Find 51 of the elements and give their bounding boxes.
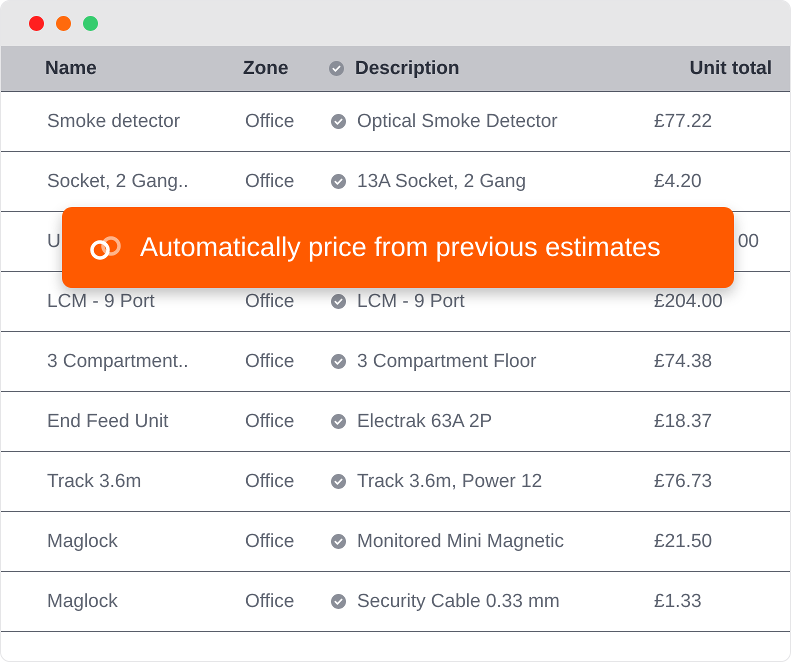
check-circle-icon [329, 61, 344, 76]
table-cell: U [47, 230, 61, 252]
column-header[interactable]: Description [355, 58, 460, 80]
table-cell: Optical Smoke Detector [357, 110, 558, 132]
table-cell-text: Office [245, 590, 296, 612]
table-cell-text: Office [245, 410, 296, 432]
check-circle-icon [331, 414, 346, 429]
table-cell: 3 Compartment Floor [357, 350, 537, 372]
toast-message: Automatically price from previous estimates [140, 232, 661, 263]
window-control[interactable] [56, 16, 71, 31]
table-cell: LCM - 9 Port [357, 290, 465, 312]
table-cell-text: Smoke detector [46, 110, 182, 132]
column-header[interactable]: Zone [243, 58, 329, 80]
check-circle-icon [331, 474, 346, 489]
check-circle-icon [331, 354, 346, 369]
table-cell-text: End Feed Unit [46, 410, 170, 432]
check-circle-icon [331, 534, 346, 549]
check-circle-icon [331, 294, 346, 309]
check-circle-icon [331, 174, 346, 189]
table-cell: 13A Socket, 2 Gang [357, 170, 526, 192]
table-cell: £77.22 [654, 110, 712, 132]
table-cell-text: Maglock [46, 530, 119, 552]
table-cell: £18.37 [654, 410, 712, 432]
table-cell: £74.38 [654, 350, 712, 372]
window-control[interactable] [83, 16, 98, 31]
column-header[interactable]: Name [1, 58, 243, 80]
table-cell: £204.00 [654, 290, 723, 312]
table-cell: £1.33 [654, 590, 702, 612]
table-cell-text: 3 Compartment.. [46, 350, 190, 372]
table-cell: £21.50 [654, 530, 712, 552]
table-cell-text: LCM - 9 Port [46, 290, 156, 312]
table-cell-text: Office [245, 290, 296, 312]
column-header[interactable]: Unit total [690, 58, 790, 80]
table-cell-text: Maglock [46, 590, 119, 612]
table-cell-text: 00 [738, 230, 760, 252]
table-cell-text: Office [245, 170, 296, 192]
table-cell-text: Track 3.6m [46, 470, 142, 492]
table-cell-text: Office [245, 530, 296, 552]
table-cell: Security Cable 0.33 mm [357, 590, 560, 612]
table-cell-text: Office [245, 470, 296, 492]
table-cell-text: Office [245, 110, 296, 132]
window-control[interactable] [29, 16, 44, 31]
table-cell-text: Office [245, 350, 296, 372]
check-circle-icon [331, 114, 346, 129]
table-cell: Track 3.6m, Power 12 [357, 470, 542, 492]
table-cell: Electrak 63A 2P [357, 410, 492, 432]
table-cell: £76.73 [654, 470, 712, 492]
check-circle-icon [331, 594, 346, 609]
table-cell-text: Socket, 2 Gang.. [46, 170, 190, 192]
table-cell: Monitored Mini Magnetic [357, 530, 564, 552]
table-cell: £4.20 [654, 170, 702, 192]
